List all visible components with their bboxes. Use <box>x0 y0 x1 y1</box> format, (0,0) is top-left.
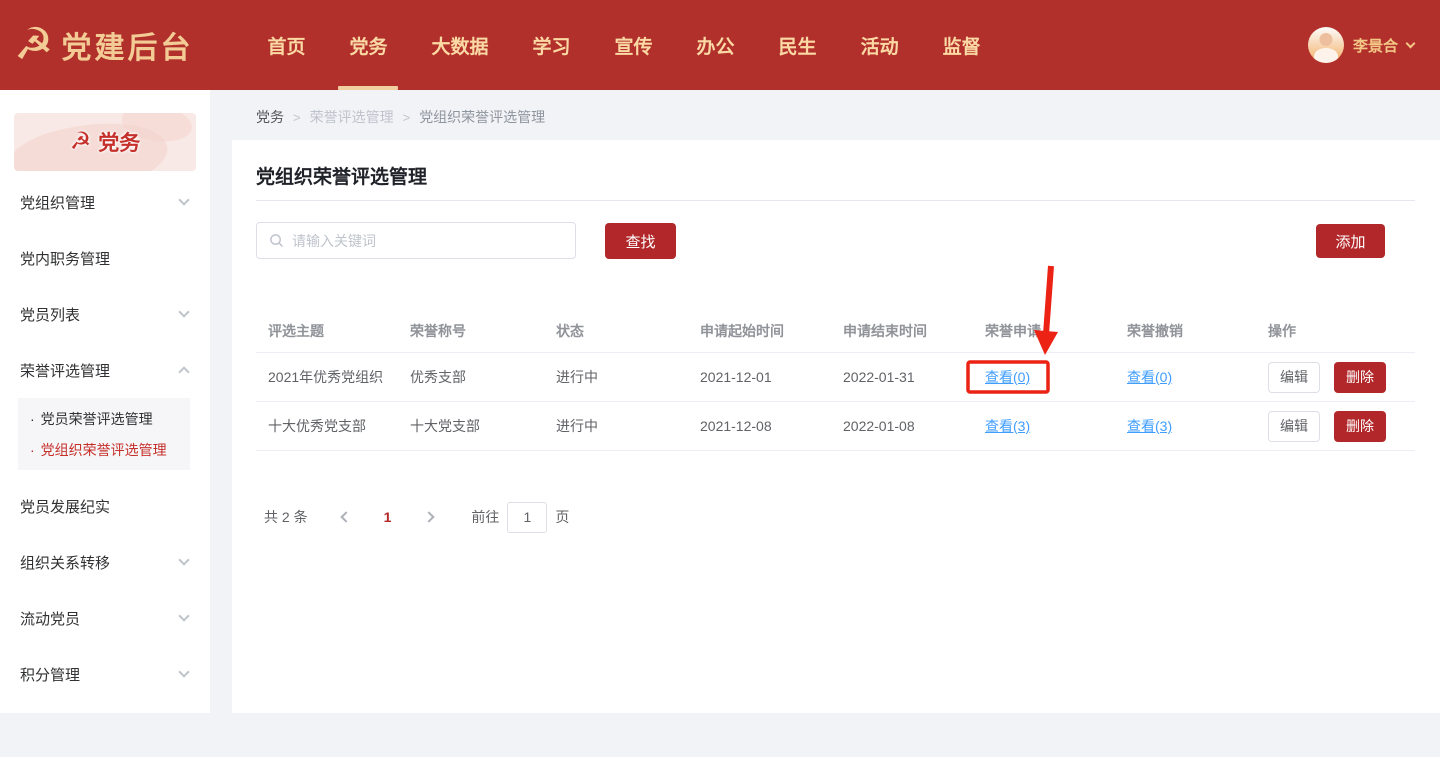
sidebar-banner: ☭ 党务 <box>14 113 196 171</box>
nav-item-supervision[interactable]: 监督 <box>921 0 1003 90</box>
page-number-current[interactable]: 1 <box>384 509 392 525</box>
add-button[interactable]: 添加 <box>1316 224 1385 258</box>
cell-end-time: 2022-01-08 <box>843 418 985 434</box>
column-header: 申请结束时间 <box>843 321 985 341</box>
apply-view-link[interactable]: 查看(3) <box>985 418 1030 434</box>
sidebar-menu: 党组织管理 党内职务管理 党员列表 荣誉评选管理 · 党员荣誉评选管理 · 党组… <box>0 174 210 702</box>
nav-item-big-data[interactable]: 大数据 <box>409 0 510 90</box>
avatar[interactable] <box>1308 27 1344 63</box>
honor-selection-table: 评选主题 荣誉称号 状态 申请起始时间 申请结束时间 荣誉申请 荣誉撤销 操作 … <box>256 310 1415 451</box>
pagination: 共 2 条 1 前往 页 <box>264 500 569 534</box>
nav-item-study[interactable]: 学习 <box>511 0 593 90</box>
sidebar-item-org-management[interactable]: 党组织管理 <box>0 174 210 230</box>
sidebar-subitem-org-honor[interactable]: · 党组织荣誉评选管理 <box>18 434 190 465</box>
chevron-down-icon <box>178 306 189 317</box>
prev-page-icon[interactable] <box>340 511 351 522</box>
cell-start-time: 2021-12-08 <box>700 418 843 434</box>
sidebar: ☭ 党务 党组织管理 党内职务管理 党员列表 荣誉评选管理 · 党员荣誉评选管理… <box>0 90 210 713</box>
app-logo: ☭ 党建后台 <box>0 23 193 67</box>
column-header: 状态 <box>556 321 700 341</box>
party-emblem-icon: ☭ <box>14 23 53 67</box>
chevron-down-icon <box>178 666 189 677</box>
delete-button[interactable]: 删除 <box>1334 411 1386 442</box>
table-row: 十大优秀党支部 十大党支部 进行中 2021-12-08 2022-01-08 … <box>256 402 1415 451</box>
cell-end-time: 2022-01-31 <box>843 369 985 385</box>
sidebar-item-member-list[interactable]: 党员列表 <box>0 286 210 342</box>
edit-button[interactable]: 编辑 <box>1268 362 1320 393</box>
chevron-down-icon <box>178 554 189 565</box>
keyword-search-field[interactable] <box>256 222 576 259</box>
breadcrumb-item-current: 党组织荣誉评选管理 <box>419 107 545 127</box>
user-menu[interactable]: 李景合 <box>1308 27 1414 63</box>
top-header: ☭ 党建后台 首页 党务 大数据 学习 宣传 办公 民生 活动 监督 李景合 <box>0 0 1440 90</box>
breadcrumb: 党务 > 荣誉评选管理 > 党组织荣誉评选管理 <box>256 107 545 127</box>
nav-item-party-affairs[interactable]: 党务 <box>327 0 409 90</box>
main-content: 党组织荣誉评选管理 查找 添加 评选主题 荣誉称号 状态 申请起始时间 申请结束… <box>232 140 1440 713</box>
breadcrumb-separator: > <box>403 110 411 125</box>
app-title: 党建后台 <box>61 23 193 67</box>
sidebar-item-org-relation-transfer[interactable]: 组织关系转移 <box>0 534 210 590</box>
sidebar-banner-label: 党务 <box>98 127 140 157</box>
column-header: 评选主题 <box>268 321 410 341</box>
page-unit-label: 页 <box>555 507 569 527</box>
sidebar-item-party-positions[interactable]: 党内职务管理 <box>0 230 210 286</box>
edit-button[interactable]: 编辑 <box>1268 411 1320 442</box>
find-button[interactable]: 查找 <box>605 223 676 259</box>
cell-topic: 十大优秀党支部 <box>268 416 410 436</box>
user-name: 李景合 <box>1353 35 1398 56</box>
sidebar-subitem-member-honor[interactable]: · 党员荣誉评选管理 <box>18 403 190 434</box>
column-header: 荣誉撤销 <box>1127 321 1268 341</box>
breadcrumb-item[interactable]: 荣誉评选管理 <box>310 107 394 127</box>
cell-status: 进行中 <box>556 416 700 436</box>
breadcrumb-item[interactable]: 党务 <box>256 107 284 127</box>
nav-item-livelihood[interactable]: 民生 <box>757 0 839 90</box>
avatar-head <box>1319 33 1332 46</box>
column-header: 申请起始时间 <box>700 321 843 341</box>
sidebar-item-points-management[interactable]: 积分管理 <box>0 646 210 702</box>
divider <box>256 200 1415 201</box>
column-header: 操作 <box>1268 321 1415 341</box>
active-nav-underline <box>338 86 398 90</box>
nav-item-office[interactable]: 办公 <box>675 0 757 90</box>
apply-view-link[interactable]: 查看(0) <box>985 369 1030 385</box>
sidebar-item-honor-selection[interactable]: 荣誉评选管理 <box>0 342 210 398</box>
cell-topic: 2021年优秀党组织 <box>268 367 410 387</box>
chevron-down-icon <box>178 194 189 205</box>
nav-item-home[interactable]: 首页 <box>245 0 327 90</box>
breadcrumb-separator: > <box>293 110 301 125</box>
nav-item-activities[interactable]: 活动 <box>839 0 921 90</box>
page-title: 党组织荣誉评选管理 <box>256 162 427 189</box>
honor-selection-submenu: · 党员荣誉评选管理 · 党组织荣誉评选管理 <box>18 398 190 470</box>
column-header: 荣誉申请 <box>985 321 1127 341</box>
chevron-up-icon <box>178 366 189 377</box>
cell-honor: 十大党支部 <box>410 416 556 436</box>
cell-start-time: 2021-12-01 <box>700 369 843 385</box>
top-nav: 首页 党务 大数据 学习 宣传 办公 民生 活动 监督 <box>245 0 1002 90</box>
cell-honor: 优秀支部 <box>410 367 556 387</box>
bullet: · <box>30 442 35 458</box>
sidebar-item-mobile-members[interactable]: 流动党员 <box>0 590 210 646</box>
next-page-icon[interactable] <box>424 511 435 522</box>
bullet: · <box>30 411 35 427</box>
cell-status: 进行中 <box>556 367 700 387</box>
total-count: 共 2 条 <box>264 507 308 527</box>
revoke-view-link[interactable]: 查看(3) <box>1127 418 1172 434</box>
search-icon <box>269 233 284 248</box>
chevron-down-icon <box>178 610 189 621</box>
party-emblem-icon: ☭ <box>70 130 92 154</box>
goto-label: 前往 <box>471 507 499 527</box>
table-row: 2021年优秀党组织 优秀支部 进行中 2021-12-01 2022-01-3… <box>256 353 1415 402</box>
sidebar-item-member-development[interactable]: 党员发展纪实 <box>0 478 210 534</box>
delete-button[interactable]: 删除 <box>1334 362 1386 393</box>
nav-item-publicity[interactable]: 宣传 <box>593 0 675 90</box>
avatar-body <box>1314 48 1338 63</box>
chevron-down-icon <box>1406 38 1416 48</box>
table-header-row: 评选主题 荣誉称号 状态 申请起始时间 申请结束时间 荣誉申请 荣誉撤销 操作 <box>256 310 1415 353</box>
goto-page-input[interactable] <box>507 502 547 533</box>
revoke-view-link[interactable]: 查看(0) <box>1127 369 1172 385</box>
column-header: 荣誉称号 <box>410 321 556 341</box>
search-input[interactable] <box>292 233 563 249</box>
